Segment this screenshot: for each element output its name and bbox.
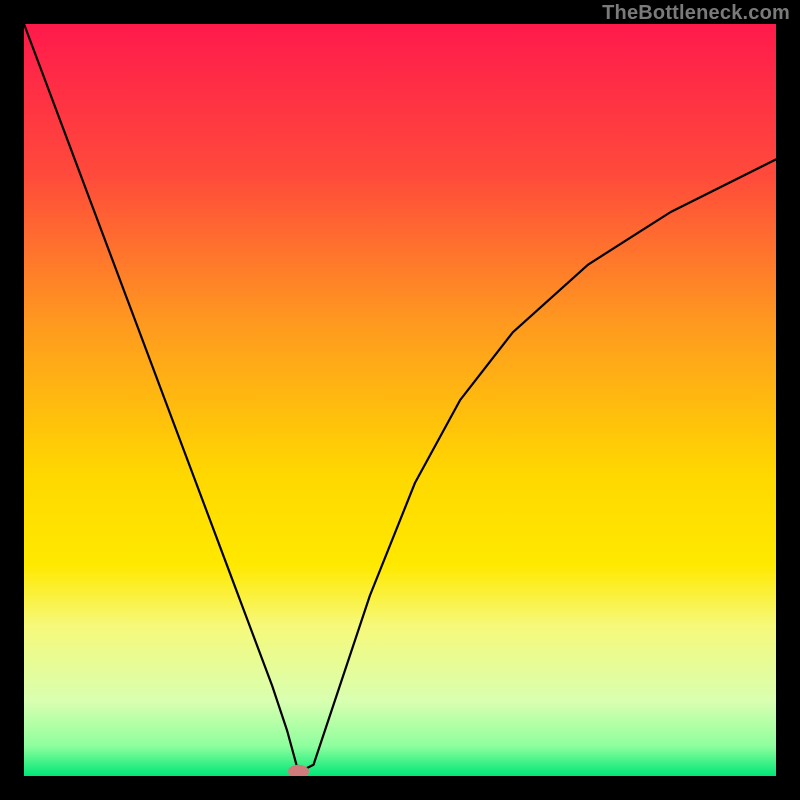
chart-svg bbox=[24, 24, 776, 776]
chart-frame: TheBottleneck.com bbox=[0, 0, 800, 800]
attribution-text: TheBottleneck.com bbox=[602, 2, 790, 25]
chart-canvas bbox=[24, 24, 776, 776]
gradient-background bbox=[24, 24, 776, 776]
